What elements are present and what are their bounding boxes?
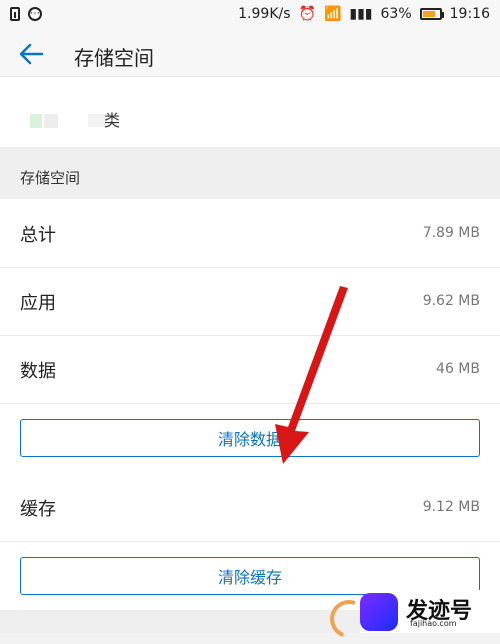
battery-percent: 63%: [380, 6, 412, 22]
watermark: 发迹号 fajihao.com: [360, 590, 500, 633]
network-speed: 1.99K/s: [238, 6, 291, 22]
app-row: 应用 9.62 MB: [0, 267, 500, 336]
red-arrow-icon: [275, 286, 348, 464]
total-value: 7.89 MB: [422, 225, 480, 241]
status-bar: ⋯ 1.99K/s ⏰ 📶 ▮▮▮ 63% 19:16: [0, 0, 500, 32]
data-row: 数据 46 MB: [0, 335, 500, 404]
top-app-bar: 存储空间: [0, 32, 500, 77]
total-row: 总计 7.89 MB: [0, 199, 500, 268]
back-arrow-icon[interactable]: [18, 42, 44, 66]
more-icon: ⋯: [28, 7, 42, 21]
app-label: 应用: [20, 293, 56, 314]
cache-value: 9.12 MB: [422, 499, 480, 515]
page-title: 存储空间: [74, 46, 154, 70]
charging-icon: [10, 7, 20, 21]
total-label: 总计: [20, 225, 56, 246]
cache-row: 缓存 9.12 MB: [0, 473, 500, 542]
section-title: 存储空间: [20, 169, 81, 187]
section-header: 存储空间: [0, 147, 500, 199]
watermark-url: fajihao.com: [410, 619, 457, 628]
cache-label: 缓存: [20, 499, 56, 520]
data-label: 数据: [20, 361, 56, 382]
blur-mark: [30, 114, 42, 128]
blur-mark: [44, 114, 58, 128]
status-time: 19:16: [449, 6, 490, 22]
app-name-fragment: 类: [104, 111, 121, 130]
alarm-icon: ⏰: [298, 6, 316, 22]
status-right: 1.99K/s ⏰ 📶 ▮▮▮ 63% 19:16: [238, 6, 490, 22]
storage-list: 总计 7.89 MB 应用 9.62 MB 数据 46 MB 清除数据 缓存 9…: [0, 199, 500, 610]
wifi-icon: 📶: [323, 6, 342, 22]
app-value: 9.62 MB: [422, 293, 480, 309]
battery-icon: [419, 8, 444, 20]
clear-data-button[interactable]: 清除数据: [20, 419, 480, 457]
data-value: 46 MB: [436, 361, 480, 377]
app-info-row: 类: [0, 77, 500, 147]
status-left: ⋯: [10, 7, 42, 21]
signal-icon: ▮▮▮: [349, 6, 373, 22]
watermark-logo-icon: [360, 593, 398, 631]
